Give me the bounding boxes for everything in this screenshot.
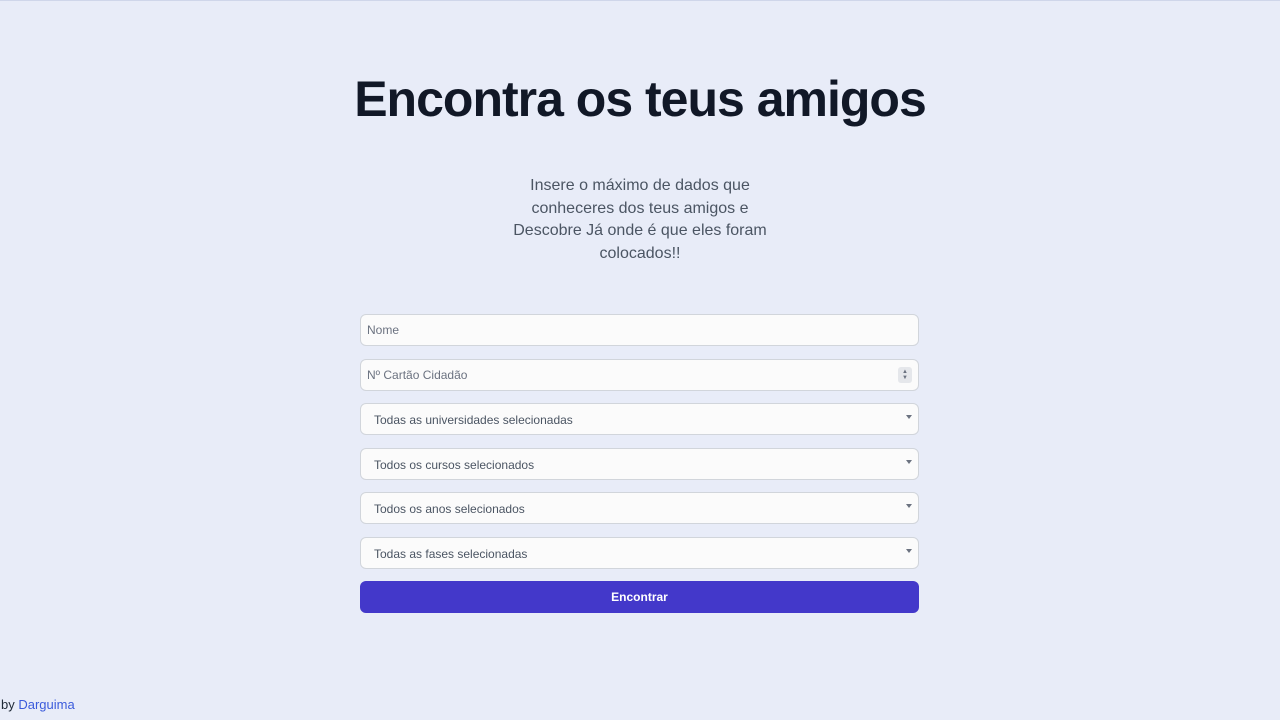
footer-prefix: by: [1, 697, 15, 712]
find-button[interactable]: Encontrar: [360, 580, 919, 613]
chevron-down-icon: [906, 548, 912, 553]
name-field-wrapper: [360, 314, 919, 346]
chevron-down-icon: [906, 504, 912, 508]
chevron-down-icon: [906, 459, 912, 464]
year-select-value: Todos os anos selecionados: [374, 502, 525, 516]
footer-credit: by Darguima: [1, 697, 75, 712]
top-border: [0, 0, 1280, 1]
university-select-value: Todas as universidades selecionadas: [374, 413, 573, 427]
phase-select[interactable]: Todas as fases selecionadas: [360, 536, 919, 569]
author-link[interactable]: Darguima: [18, 697, 74, 712]
page-title: Encontra os teus amigos: [354, 71, 927, 127]
course-select-value: Todos os cursos selecionados: [374, 457, 535, 472]
phase-select-value: Todas as fases selecionadas: [374, 546, 528, 561]
number-stepper-icon[interactable]: ▲ ▼: [898, 366, 912, 383]
chevron-down-icon: [906, 415, 912, 419]
search-form: ▲▼ Todas as universidades selecionadas T…: [360, 314, 919, 613]
page-subtitle: Insere o máximo de dados que conheceres …: [513, 177, 767, 262]
name-input[interactable]: [361, 315, 918, 345]
year-select[interactable]: Todos os anos selecionados: [360, 492, 919, 524]
card-number-field-wrapper: ▲▼: [360, 358, 919, 391]
card-number-input[interactable]: [361, 359, 918, 390]
university-select[interactable]: Todas as universidades selecionadas: [360, 403, 919, 435]
course-select[interactable]: Todos os cursos selecionados: [360, 447, 919, 480]
